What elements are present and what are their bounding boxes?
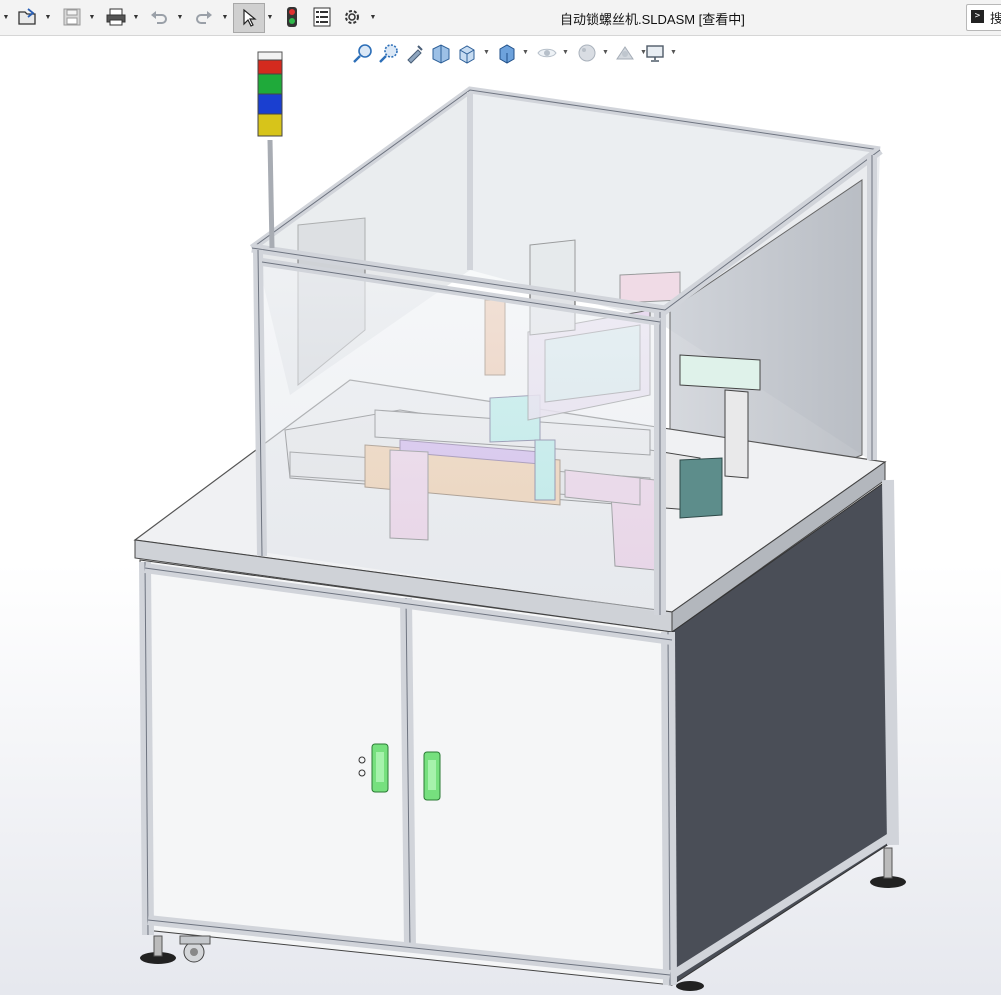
machine-model[interactable] [0,36,1001,995]
stack-light-red [257,59,283,75]
redo-icon [196,11,212,24]
stack-light-blue [257,93,283,115]
search-label: 搜 [990,11,1001,26]
save-button[interactable] [58,5,86,29]
print-icon [106,8,126,26]
redo-button[interactable] [190,5,218,29]
options-caret[interactable]: ▼ [369,5,377,29]
save-caret[interactable]: ▼ [88,5,96,29]
gear-icon [345,10,359,24]
graphics-area[interactable]: ▼ ▼ ▼ ▼ ▼ ▼ [0,36,1001,995]
select-button[interactable] [233,3,265,33]
window-title: 自动锁螺丝机.SLDASM [查看中] [560,12,745,27]
select-caret[interactable]: ▼ [266,5,274,29]
file-properties-icon [313,7,331,27]
stack-light-green [257,73,283,95]
terminal-icon: > [971,10,984,23]
print-caret[interactable]: ▼ [132,5,140,29]
print-button[interactable] [102,5,130,29]
right-handle-grip [428,760,436,790]
undo-icon [151,11,167,24]
open-folder-icon [18,8,36,25]
caster-wheel [179,935,211,963]
traffic-light-button[interactable] [280,5,304,29]
open-caret[interactable]: ▼ [44,5,52,29]
left-handle-grip [376,752,384,782]
undo-button[interactable] [145,5,173,29]
save-icon [63,8,81,26]
menu-caret[interactable]: ▼ [2,5,10,29]
cursor-arrow-icon [243,8,257,27]
search-commands-box[interactable]: > 搜 [966,4,1001,31]
redo-caret[interactable]: ▼ [221,5,229,29]
options-button[interactable] [340,5,364,29]
open-button[interactable] [15,5,41,29]
traffic-light-icon [287,7,297,27]
file-properties-button[interactable] [310,5,334,29]
undo-caret[interactable]: ▼ [176,5,184,29]
stack-light-yellow [257,113,283,137]
title-bar: ▼ ▼ ▼ ▼ ▼ ▼ ▼ ▼ 自动锁螺丝机.SLDASM [查看中] > 搜 [0,0,1001,36]
